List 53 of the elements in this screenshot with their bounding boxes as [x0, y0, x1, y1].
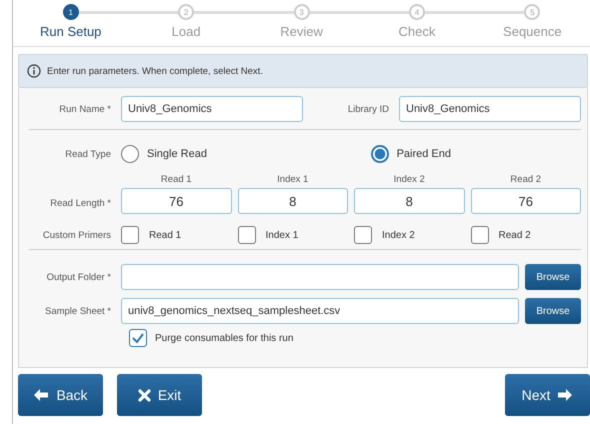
checkbox[interactable] — [121, 226, 139, 244]
radio-button[interactable] — [370, 145, 389, 163]
column-label: Index 2 — [394, 174, 425, 185]
read-length-field[interactable]: 8 — [354, 188, 464, 214]
checkbox-label: Read 2 — [498, 230, 531, 240]
read-length-field[interactable]: 8 — [238, 188, 348, 214]
arrow-left-icon — [33, 388, 50, 402]
step-label: Review — [280, 24, 323, 39]
sample-sheet-field[interactable]: univ8_genomics_nextseq_samplesheet.csv — [121, 298, 519, 324]
step-label: Check — [398, 24, 436, 39]
checkbox[interactable] — [354, 226, 372, 244]
read-length-field[interactable]: 76 — [470, 188, 581, 214]
arrow-right-icon — [557, 388, 574, 402]
browse-button[interactable]: Browse — [525, 298, 581, 324]
info-text: Enter run parameters. When complete, select Next. — [47, 66, 263, 76]
output-folder-field[interactable] — [121, 264, 519, 290]
step-label: Sequence — [503, 24, 562, 39]
close-icon — [138, 388, 151, 402]
column-label: Read 2 — [510, 174, 542, 185]
step-number: 3 — [294, 4, 310, 20]
field-label: Library ID — [348, 104, 389, 114]
radio-button[interactable] — [121, 145, 139, 163]
exit-button[interactable]: Exit — [117, 374, 202, 416]
column-label: Index 1 — [277, 174, 308, 185]
field-label: Sample Sheet * — [44, 306, 112, 316]
step-number: 1 — [62, 4, 79, 20]
field-label: Output Folder * — [46, 272, 112, 282]
run-name-field[interactable]: Univ8_Genomics — [121, 96, 303, 122]
step-label: Run Setup — [40, 24, 102, 39]
field-label: Custom Primers — [42, 230, 112, 240]
step-number: 5 — [524, 4, 540, 20]
step-label: Load — [172, 24, 201, 39]
checkbox[interactable] — [129, 329, 147, 347]
checkbox[interactable] — [238, 226, 256, 244]
checkbox-label: Read 1 — [149, 230, 182, 240]
browse-button[interactable]: Browse — [525, 264, 581, 290]
read-length-field[interactable]: 76 — [121, 188, 232, 214]
radio-label: Paired End — [396, 148, 451, 160]
checkbox-label: Index 2 — [382, 230, 415, 240]
field-label: Run Name * — [58, 104, 112, 114]
checkbox-label: Index 1 — [266, 230, 298, 240]
checkbox-label: Purge consumables for this run — [155, 332, 294, 344]
radio-label: Single Read — [147, 148, 207, 160]
info-icon — [27, 64, 41, 78]
step-number: 2 — [178, 4, 194, 20]
step-number: 4 — [408, 4, 425, 20]
library-id-field[interactable]: Univ8_Genomics — [399, 96, 581, 122]
next-button[interactable]: Next — [505, 374, 590, 416]
column-label: Read 1 — [160, 174, 192, 185]
checkbox[interactable] — [470, 226, 488, 244]
back-button[interactable]: Back — [18, 374, 103, 416]
field-label: Read Length * — [49, 196, 112, 208]
field-label: Read Type — [64, 148, 112, 160]
